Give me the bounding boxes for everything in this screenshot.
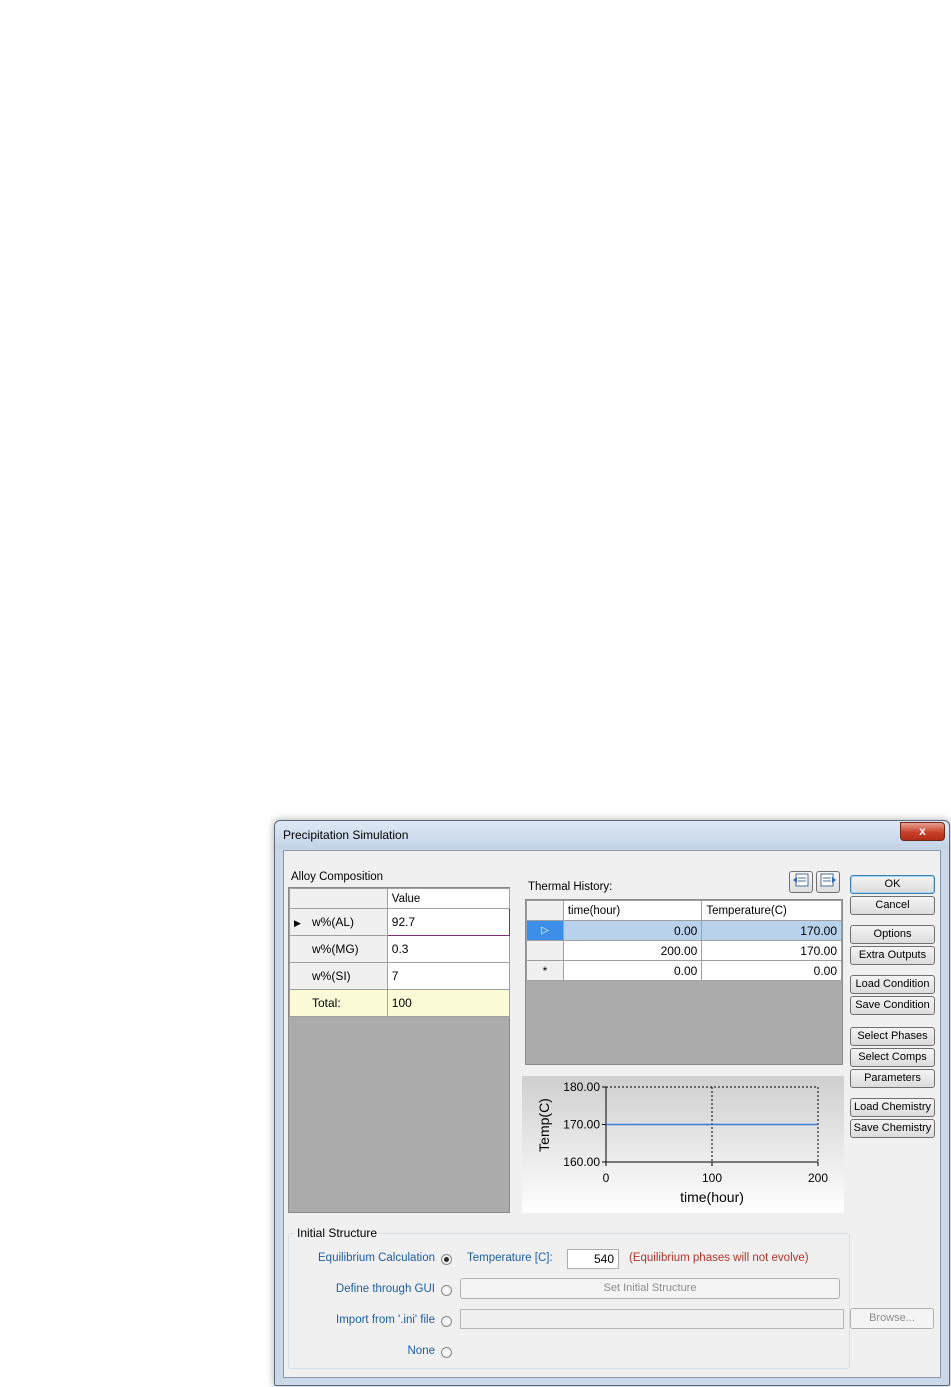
select-phases-button[interactable]: Select Phases <box>850 1027 935 1046</box>
title-bar: Precipitation Simulation x <box>275 821 949 849</box>
chart-y-tick-label: 180.00 <box>563 1080 600 1094</box>
chart-y-axis-label: Temp(C) <box>536 1098 552 1152</box>
initial-structure-title: Initial Structure <box>295 1226 380 1240</box>
dialog-client-area: Alloy Composition Value ▶ w%(AL) 92.7 w%(… <box>283 850 941 1378</box>
insert-row-icon <box>793 873 809 887</box>
delete-row-icon <box>820 873 836 887</box>
chart-x-tick-label: 200 <box>808 1171 828 1185</box>
temperature-input[interactable]: 540 <box>567 1249 619 1269</box>
import-ini-radio[interactable] <box>441 1316 452 1327</box>
load-condition-button[interactable]: Load Condition <box>850 975 935 994</box>
cancel-button[interactable]: Cancel <box>850 896 935 915</box>
alloy-value-cell[interactable]: 0.3 <box>386 935 511 963</box>
none-radio[interactable] <box>441 1347 452 1358</box>
initial-structure-group: Initial Structure Equilibrium Calculatio… <box>288 1226 850 1369</box>
options-button[interactable]: Options <box>850 925 935 944</box>
alloy-value-cell[interactable]: 7 <box>386 962 511 990</box>
time-column-header: time(hour) <box>562 900 703 921</box>
chart-x-axis-label: time(hour) <box>680 1189 744 1205</box>
temperature-cell[interactable]: 170.00 <box>701 920 842 941</box>
alloy-composition-grid: Value ▶ w%(AL) 92.7 w%(MG) 0.3 w%(SI) 7 … <box>288 887 511 1213</box>
thermal-history-label: Thermal History: <box>528 881 613 893</box>
alloy-composition-label: Alloy Composition <box>291 871 384 883</box>
chart-x-tick-label: 100 <box>702 1171 722 1185</box>
alloy-row-name: w%(MG) <box>289 935 388 963</box>
alloy-row-name: w%(SI) <box>289 962 388 990</box>
temperature-label: Temperature [C]: <box>467 1252 553 1264</box>
define-through-gui-label[interactable]: Define through GUI <box>336 1283 435 1295</box>
temperature-cell[interactable]: 0.00 <box>701 960 842 981</box>
alloy-row-name: ▶ w%(AL) <box>289 908 388 936</box>
alloy-corner-cell <box>289 888 388 909</box>
define-through-gui-radio[interactable] <box>441 1285 452 1296</box>
insert-row-button[interactable] <box>789 871 813 893</box>
none-label[interactable]: None <box>408 1345 436 1357</box>
row-header[interactable] <box>526 940 564 961</box>
save-condition-button[interactable]: Save Condition <box>850 996 935 1015</box>
thermal-history-grid: time(hour) Temperature(C) ▷ 0.00 170.00 … <box>525 899 843 1065</box>
alloy-value-cell[interactable]: 92.7 <box>386 908 511 936</box>
precipitation-simulation-dialog: Precipitation Simulation x Alloy Composi… <box>274 820 950 1386</box>
ini-file-path-field[interactable] <box>460 1309 844 1329</box>
ok-button[interactable]: OK <box>850 875 935 894</box>
chart-y-tick-label: 160.00 <box>563 1155 600 1169</box>
equilibrium-calculation-radio[interactable] <box>441 1254 452 1265</box>
alloy-total-value: 100 <box>386 989 511 1017</box>
extra-outputs-button[interactable]: Extra Outputs <box>850 946 935 965</box>
alloy-total-label: Total: <box>289 989 388 1017</box>
load-chemistry-button[interactable]: Load Chemistry <box>850 1098 935 1117</box>
alloy-value-header: Value <box>386 888 511 909</box>
chart-svg: 0 100 200 180.00 170.00 160.00 Temp(C) time(h… <box>536 1080 828 1205</box>
browse-button[interactable]: Browse... <box>850 1308 934 1329</box>
delete-row-button[interactable] <box>816 871 840 893</box>
chart-x-tick-label: 0 <box>603 1171 610 1185</box>
select-comps-button[interactable]: Select Comps <box>850 1048 935 1067</box>
equilibrium-calculation-label[interactable]: Equilibrium Calculation <box>318 1252 435 1264</box>
window-title: Precipitation Simulation <box>283 828 409 842</box>
time-cell[interactable]: 200.00 <box>562 940 703 961</box>
set-initial-structure-button[interactable]: Set Initial Structure <box>460 1278 840 1299</box>
equilibrium-note: (Equilibrium phases will not evolve) <box>629 1252 809 1264</box>
temperature-column-header: Temperature(C) <box>701 900 842 921</box>
row-selector-icon: ▶ <box>294 918 301 928</box>
new-row-marker[interactable]: * <box>526 960 564 981</box>
thermal-corner-cell <box>526 900 564 921</box>
close-button[interactable]: x <box>900 822 945 841</box>
parameters-button[interactable]: Parameters <box>850 1069 935 1088</box>
import-ini-label[interactable]: Import from '.ini' file <box>336 1314 435 1326</box>
save-chemistry-button[interactable]: Save Chemistry <box>850 1119 935 1138</box>
time-cell[interactable]: 0.00 <box>562 960 703 981</box>
row-selector-icon[interactable]: ▷ <box>526 920 564 941</box>
thermal-history-chart: 0 100 200 180.00 170.00 160.00 Temp(C) time(h… <box>522 1076 844 1213</box>
time-cell[interactable]: 0.00 <box>562 920 703 941</box>
chart-y-tick-label: 170.00 <box>563 1118 600 1132</box>
temperature-cell[interactable]: 170.00 <box>701 940 842 961</box>
